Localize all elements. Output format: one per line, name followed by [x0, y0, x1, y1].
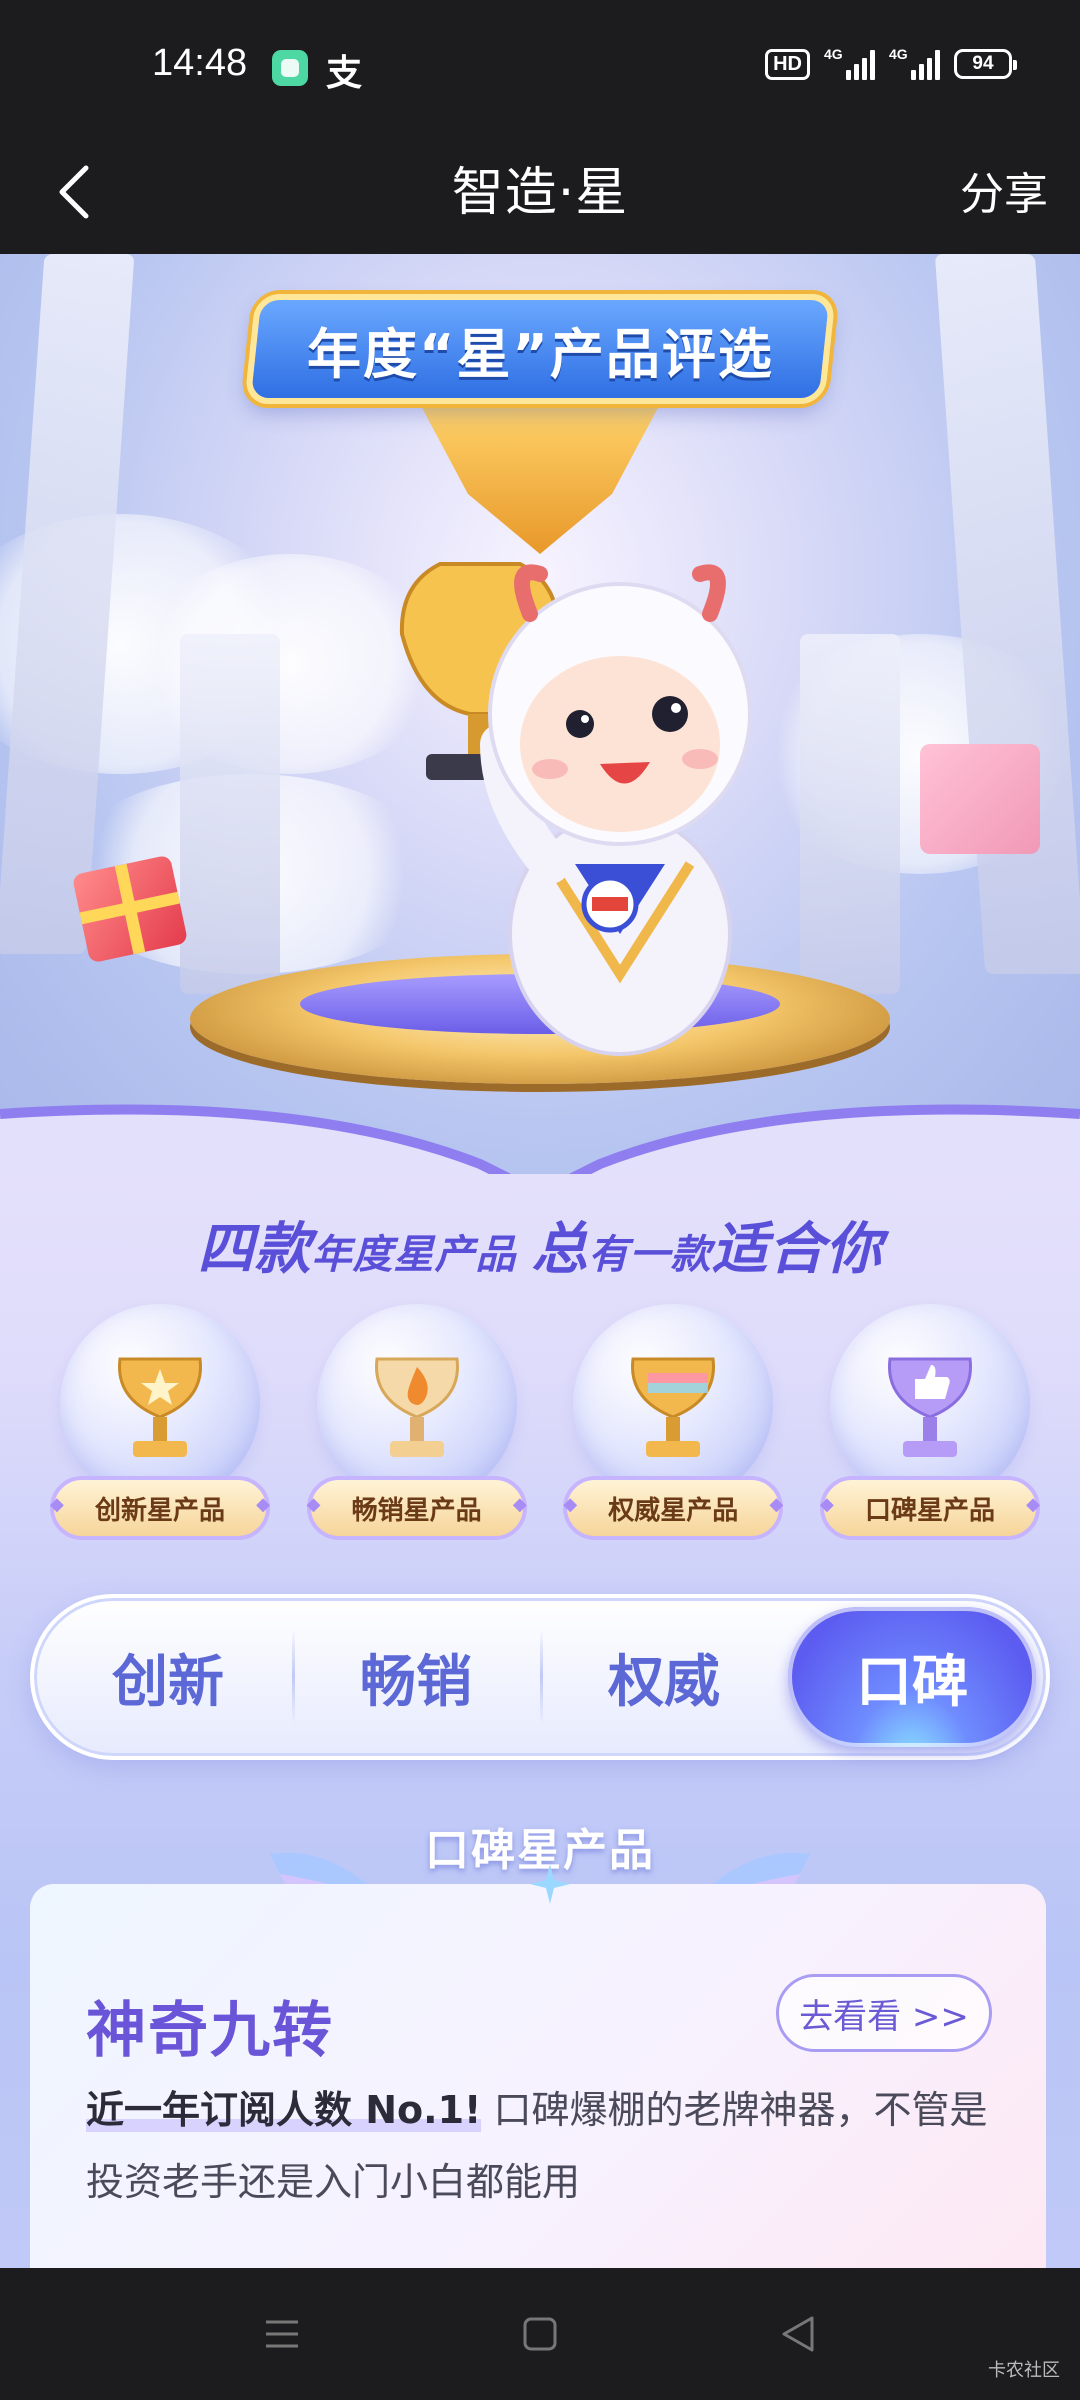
- notification-app-icon: [272, 50, 308, 86]
- status-bar: 14:48 支 HD 4G 4G 94: [0, 0, 1080, 130]
- pillar-decoration: [180, 634, 280, 994]
- product-card[interactable]: 神奇九转 去看看 >> 近一年订阅人数 No.1! 口碑爆棚的老牌神器，不管是投…: [30, 1864, 1046, 2268]
- slogan-part: 总: [531, 1216, 589, 1282]
- trophy-label: 权威星产品: [563, 1476, 784, 1540]
- hd-voice-icon: HD: [765, 48, 810, 80]
- gem-trophy-icon: [631, 1357, 716, 1457]
- system-back-button[interactable]: [768, 2304, 828, 2364]
- slogan-part: 四款: [197, 1216, 312, 1282]
- product-name: 神奇九转: [86, 1996, 334, 2066]
- page-title: 智造·星: [451, 163, 629, 223]
- trophy-card-reputation[interactable]: 口碑星产品: [810, 1304, 1040, 1574]
- trophy-card-innovation[interactable]: 创新星产品: [40, 1304, 270, 1574]
- hero-banner: 年度“星”产品评选: [0, 254, 1080, 1174]
- page-content[interactable]: 年度“星”产品评选 四款年度星产品 总有一款适合你 ◆ 创新星产品 ◆ ◆ 畅销…: [0, 254, 1080, 2268]
- status-indicators: HD 4G 4G 94: [765, 46, 1017, 80]
- trophy-label: 口碑星产品: [819, 1476, 1040, 1540]
- share-button[interactable]: 分享: [960, 158, 1048, 222]
- back-triangle-icon: [782, 2316, 814, 2352]
- slogan-part: 有一款: [588, 1231, 712, 1278]
- mascot-cow-illustration: [399, 562, 752, 1056]
- slogan-part: 产品: [434, 1231, 532, 1278]
- product-description: 近一年订阅人数 No.1! 口碑爆棚的老牌神器，不管是投资老手还是入门小白都能用: [86, 2074, 996, 2218]
- trophy-card-bestseller[interactable]: 畅销星产品: [297, 1304, 527, 1574]
- trophy-label: 创新星产品: [50, 1476, 270, 1540]
- battery-icon: 94: [954, 49, 1017, 79]
- home-square-icon: [523, 2317, 557, 2351]
- event-banner-title: 年度“星”产品评选: [306, 322, 774, 386]
- trophy-bubble: [829, 1304, 1030, 1504]
- slogan-part: 年度星: [311, 1231, 435, 1278]
- event-banner: 年度“星”产品评选: [244, 294, 836, 404]
- tab-bestseller[interactable]: 畅销: [292, 1607, 540, 1747]
- slogan-part: 适合你: [711, 1216, 883, 1282]
- system-nav-bar: 卡农社区: [0, 2268, 1080, 2400]
- thumbs-up-trophy-icon: [887, 1357, 972, 1457]
- watermark: 卡农社区: [988, 2360, 1060, 2381]
- section-title: 口碑星产品: [425, 1825, 655, 1876]
- tab-innovation[interactable]: 创新: [44, 1607, 292, 1747]
- pillar-decoration: [800, 634, 900, 994]
- category-tab-bar: 创新 畅销 权威 口碑: [30, 1594, 1050, 1760]
- menu-icon: [266, 2320, 298, 2348]
- trophy-label: 畅销星产品: [306, 1476, 527, 1540]
- trophy-category-list: 创新星产品 畅销星产品: [40, 1304, 1040, 1604]
- trophy-bubble: [60, 1304, 260, 1504]
- slogan: 四款年度星产品 总有一款适合你: [0, 1204, 1080, 1285]
- trophy-bubble: [316, 1304, 517, 1504]
- star-trophy-icon: [118, 1357, 202, 1457]
- view-product-button[interactable]: 去看看 >>: [776, 1974, 992, 2052]
- menu-button[interactable]: [252, 2304, 312, 2364]
- home-button[interactable]: [510, 2304, 570, 2364]
- alipay-notification-icon: 支: [326, 53, 363, 94]
- trophy-bubble: [573, 1304, 774, 1504]
- product-highlight: 近一年订阅人数 No.1!: [86, 2088, 482, 2132]
- pink-box-decoration: [920, 744, 1040, 854]
- signal-icon-sim1: 4G: [824, 46, 875, 80]
- status-time: 14:48: [152, 42, 248, 84]
- tab-reputation[interactable]: 口碑: [788, 1607, 1036, 1747]
- tab-authority[interactable]: 权威: [540, 1607, 788, 1747]
- signal-icon-sim2: 4G: [889, 46, 940, 80]
- hero-bottom-arc: [0, 1104, 1080, 1174]
- nav-bar: 智造·星 分享: [0, 130, 1080, 254]
- flame-trophy-icon: [374, 1357, 459, 1457]
- trophy-card-authority[interactable]: 权威星产品: [553, 1304, 784, 1574]
